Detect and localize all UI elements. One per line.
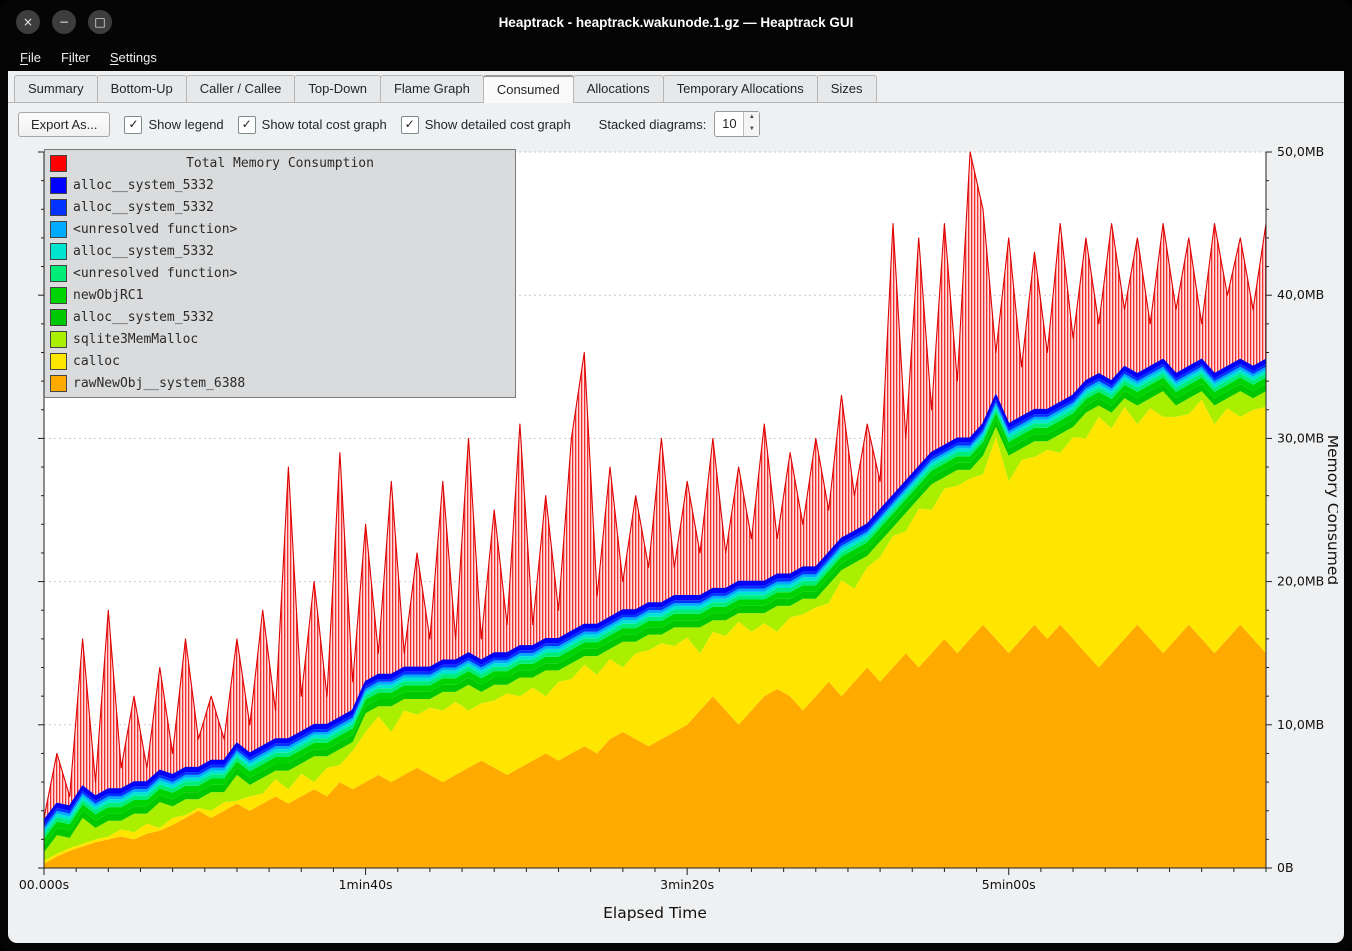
stacked-diagrams-group: Stacked diagrams: 10 ▲ ▼ <box>599 111 761 137</box>
x-axis-title: Elapsed Time <box>603 904 707 922</box>
legend-item: alloc__system_5332 <box>45 240 515 262</box>
legend-swatch <box>50 177 67 194</box>
legend-item: rawNewObj__system_6388 <box>45 372 515 394</box>
y-axis-title: Memory Consumed <box>1324 435 1338 585</box>
checkbox-show-detailed-cost-graph[interactable]: ✓ Show detailed cost graph <box>401 116 571 134</box>
y-tick-label: 10,0MB <box>1277 717 1324 732</box>
legend-item: alloc__system_5332 <box>45 196 515 218</box>
legend-title-row: Total Memory Consumption <box>45 152 515 174</box>
checkbox-label: Show detailed cost graph <box>425 117 571 132</box>
legend-item: newObjRC1 <box>45 284 515 306</box>
legend-item: alloc__system_5332 <box>45 306 515 328</box>
tab-top-down[interactable]: Top-Down <box>294 75 381 102</box>
legend-item: sqlite3MemMalloc <box>45 328 515 350</box>
tab-bar: SummaryBottom-UpCaller / CalleeTop-DownF… <box>8 71 1344 103</box>
window-controls: ×−□ <box>16 10 112 34</box>
spin-down-button[interactable]: ▼ <box>744 124 759 136</box>
checkbox-check-icon: ✓ <box>124 116 142 134</box>
y-tick-label: 30,0MB <box>1277 430 1324 445</box>
chart-area: 00.000s 1min40s 3min20s 5min00s 0B 10,0MB 20,0… <box>14 146 1338 943</box>
tab-caller-callee[interactable]: Caller / Callee <box>186 75 296 102</box>
checkbox-label: Show total cost graph <box>262 117 387 132</box>
legend-item: <unresolved function> <box>45 262 515 284</box>
legend-swatch <box>50 375 67 392</box>
menu-file[interactable]: File <box>10 46 51 69</box>
legend-item: alloc__system_5332 <box>45 174 515 196</box>
tab-flame-graph[interactable]: Flame Graph <box>380 75 484 102</box>
stacked-diagrams-spinbox[interactable]: 10 ▲ ▼ <box>714 111 760 137</box>
app-window: ×−□ Heaptrack - heaptrack.wakunode.1.gz … <box>0 0 1352 951</box>
legend-swatch <box>50 353 67 370</box>
legend-swatch-total <box>50 155 67 172</box>
checkbox-label: Show legend <box>148 117 223 132</box>
checkbox-show-legend[interactable]: ✓ Show legend <box>124 116 223 134</box>
tab-consumed[interactable]: Consumed <box>483 75 574 103</box>
y-tick-label: 0B <box>1277 860 1294 875</box>
legend-swatch <box>50 243 67 260</box>
legend-label: newObjRC1 <box>73 288 143 303</box>
checkbox-check-icon: ✓ <box>238 116 256 134</box>
close-button[interactable]: × <box>16 10 40 34</box>
legend-label: rawNewObj__system_6388 <box>73 376 245 391</box>
stacked-diagrams-value: 10 <box>715 112 743 136</box>
legend-swatch <box>50 287 67 304</box>
toolbar: Export As... ✓ Show legend ✓ Show total cos… <box>8 103 1344 144</box>
checkbox-check-icon: ✓ <box>401 116 419 134</box>
legend-item: <unresolved function> <box>45 218 515 240</box>
legend-label: <unresolved function> <box>73 222 237 237</box>
legend-title: Total Memory Consumption <box>45 156 515 171</box>
tab-summary[interactable]: Summary <box>14 75 98 102</box>
export-as-button[interactable]: Export As... <box>18 112 110 137</box>
legend-swatch <box>50 199 67 216</box>
tab-sizes[interactable]: Sizes <box>817 75 877 102</box>
legend-item: calloc <box>45 350 515 372</box>
checkbox-group: ✓ Show legend ✓ Show total cost graph ✓ Show … <box>124 115 584 134</box>
x-tick-label: 1min40s <box>339 877 393 892</box>
spin-buttons: ▲ ▼ <box>743 112 759 136</box>
checkbox-show-total-cost-graph[interactable]: ✓ Show total cost graph <box>238 116 387 134</box>
stacked-diagrams-label: Stacked diagrams: <box>599 117 707 132</box>
y-tick-label: 40,0MB <box>1277 287 1324 302</box>
x-tick-label: 3min20s <box>660 877 714 892</box>
menubar: FileFilterSettings <box>0 44 1352 71</box>
x-tick-label: 5min00s <box>982 877 1036 892</box>
legend-label: alloc__system_5332 <box>73 244 214 259</box>
y-tick-label: 50,0MB <box>1277 146 1324 159</box>
y-tick-label: 20,0MB <box>1277 574 1324 589</box>
tab-bottom-up[interactable]: Bottom-Up <box>97 75 187 102</box>
legend-label: alloc__system_5332 <box>73 310 214 325</box>
legend-label: alloc__system_5332 <box>73 178 214 193</box>
legend-swatch <box>50 309 67 326</box>
legend-label: <unresolved function> <box>73 266 237 281</box>
main-content: SummaryBottom-UpCaller / CalleeTop-DownF… <box>8 71 1344 943</box>
titlebar[interactable]: ×−□ Heaptrack - heaptrack.wakunode.1.gz … <box>0 0 1352 44</box>
window-title: Heaptrack - heaptrack.wakunode.1.gz — He… <box>499 15 854 30</box>
legend-swatch <box>50 221 67 238</box>
legend-label: sqlite3MemMalloc <box>73 332 198 347</box>
legend-label: alloc__system_5332 <box>73 200 214 215</box>
menu-settings[interactable]: Settings <box>100 46 167 69</box>
x-tick-label: 00.000s <box>19 877 69 892</box>
legend-label: calloc <box>73 354 120 369</box>
chart-legend: Total Memory Consumption alloc__system_53… <box>44 149 516 398</box>
maximize-button[interactable]: □ <box>88 10 112 34</box>
legend-swatch <box>50 331 67 348</box>
minimize-button[interactable]: − <box>52 10 76 34</box>
legend-swatch <box>50 265 67 282</box>
tab-temporary-allocations[interactable]: Temporary Allocations <box>663 75 818 102</box>
menu-filter[interactable]: Filter <box>51 46 100 69</box>
spin-up-button[interactable]: ▲ <box>744 112 759 124</box>
tab-allocations[interactable]: Allocations <box>573 75 664 102</box>
